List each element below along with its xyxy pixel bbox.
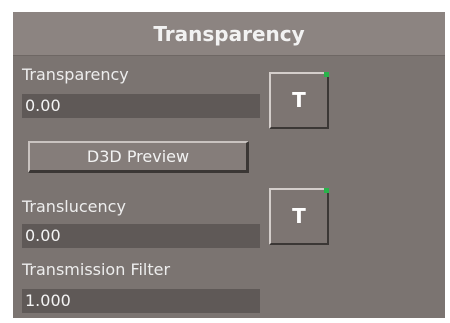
d3d-preview-button[interactable]: D3D Preview [28, 141, 249, 173]
panel-title: Transparency [153, 22, 305, 46]
transparency-t-button[interactable]: T [269, 72, 329, 129]
transmission-filter-label: Transmission Filter [22, 260, 171, 279]
translucency-label: Translucency [22, 197, 126, 216]
transparency-label: Transparency [22, 65, 129, 84]
transparency-value-field[interactable]: 0.00 [22, 94, 260, 118]
translucency-value-field[interactable]: 0.00 [22, 224, 260, 248]
transparency-panel: Transparency Transparency 0.00 T D3D Pre… [13, 12, 445, 318]
translucency-t-button-label: T [292, 204, 306, 228]
translucency-t-button[interactable]: T [269, 188, 329, 245]
panel-header: Transparency [13, 12, 445, 56]
keyframe-indicator-icon [324, 188, 329, 193]
transmission-filter-value-field[interactable]: 1.000 [22, 289, 260, 313]
transparency-t-button-label: T [292, 88, 306, 112]
keyframe-indicator-icon [324, 72, 329, 77]
